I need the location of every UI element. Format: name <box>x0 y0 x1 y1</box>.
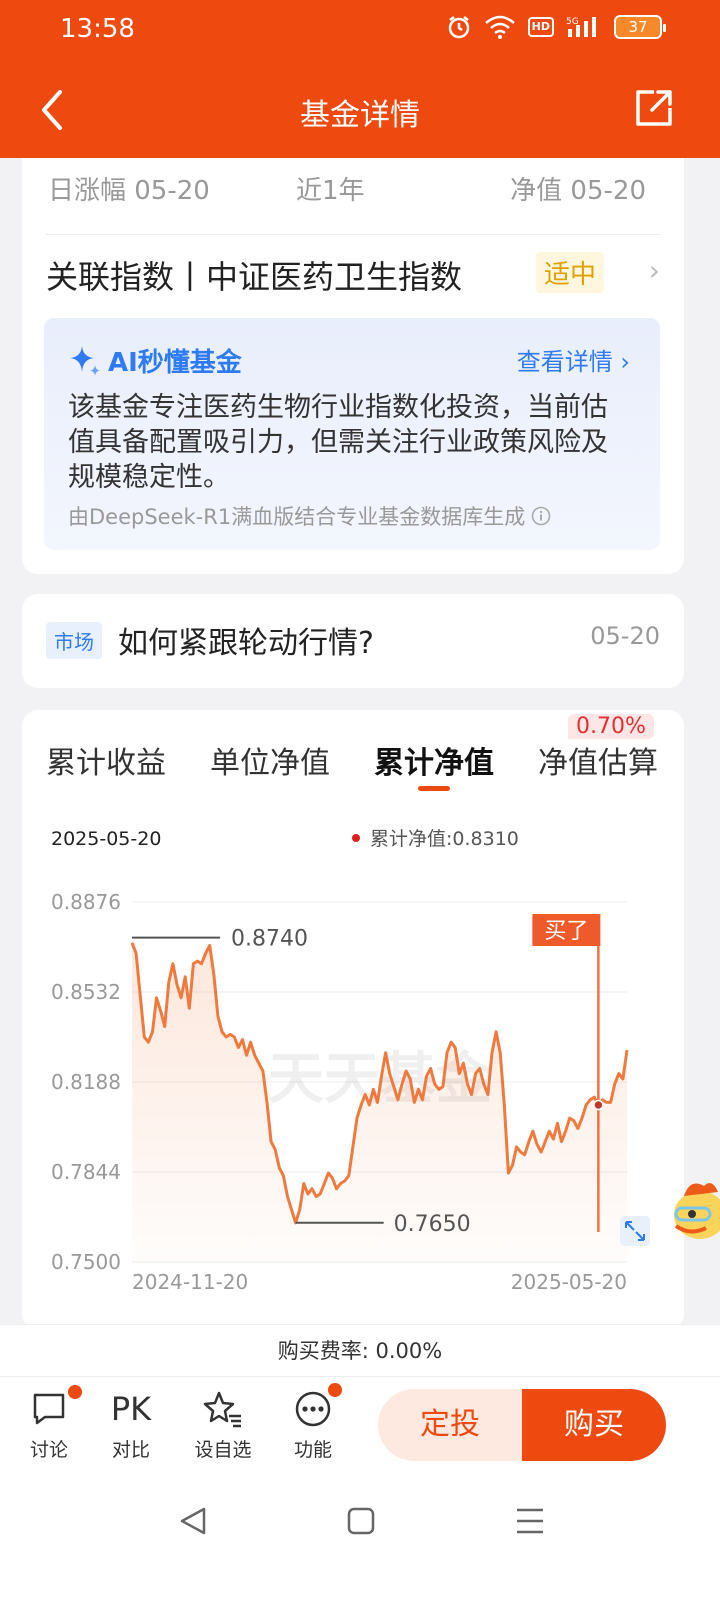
auto-invest-button[interactable]: 定投 <box>378 1389 522 1461</box>
tab-nav-estimate[interactable]: 净值估算 <box>538 738 658 782</box>
discuss-button[interactable]: 讨论 <box>14 1385 84 1462</box>
add-watchlist-button[interactable]: 设自选 <box>188 1387 258 1462</box>
nav-menu-icon[interactable] <box>514 1506 546 1536</box>
status-bar: 13:58 HD 5G 37 <box>0 0 720 62</box>
ai-title-text: AI秒懂基金 <box>108 348 242 378</box>
daily-change-label: 日涨幅 05-20 <box>48 176 210 206</box>
ai-detail-link[interactable]: 查看详情 › <box>517 342 630 377</box>
ai-source-text: 由DeepSeek-R1满血版结合专业基金数据库生成 <box>68 505 526 529</box>
sparkle-icon <box>70 345 100 376</box>
hd-icon: HD <box>527 17 554 37</box>
estimate-change-badge: 0.70% <box>568 714 654 739</box>
nav-back-icon[interactable] <box>178 1506 208 1536</box>
market-card[interactable]: 市场 如何紧跟轮动行情? 05-20 <box>22 594 684 688</box>
top-nav: 基金详情 <box>0 62 720 158</box>
ai-title: AI秒懂基金 <box>68 342 242 379</box>
ai-summary-text: 该基金专注医药生物行业指数化投资，当前估值具备配置吸引力，但需关注行业政策风险及… <box>68 392 608 493</box>
bottom-action-bar: 讨论 PK 对比 设自选 功能 定投 购买 <box>0 1376 720 1472</box>
chat-icon <box>33 1393 65 1425</box>
pk-icon: PK <box>110 1390 152 1428</box>
compare-label: 对比 <box>111 1439 150 1461</box>
more-functions-button[interactable]: 功能 <box>278 1383 348 1462</box>
market-tag: 市场 <box>46 622 102 659</box>
tab-unit-nav[interactable]: 单位净值 <box>210 738 330 782</box>
discuss-label: 讨论 <box>29 1439 68 1461</box>
one-year-label: 近1年 <box>296 176 365 206</box>
star-icon <box>203 1391 241 1428</box>
active-tab-indicator <box>418 786 450 791</box>
more-icon <box>295 1391 331 1427</box>
page-title: 基金详情 <box>300 98 420 133</box>
watchlist-label: 设自选 <box>194 1439 252 1461</box>
fund-info-card: 日涨幅 05-20 近1年 净值 05-20 关联指数丨中证医药卫生指数 适中 … <box>22 158 684 574</box>
market-date: 05-20 <box>590 622 660 650</box>
tab-cumulative-return[interactable]: 累计收益 <box>46 738 166 782</box>
signal-icon: 5G <box>566 17 596 37</box>
tab-cumulative-nav[interactable]: 累计净值 <box>374 738 494 782</box>
divider <box>46 234 660 235</box>
discuss-notification-dot <box>68 1385 82 1399</box>
related-index-label: 关联指数丨中证医药卫生指数 <box>46 258 463 296</box>
status-icons: HD 5G 37 <box>446 14 666 40</box>
functions-label: 功能 <box>293 1439 332 1461</box>
alarm-icon <box>448 16 469 39</box>
info-icon[interactable] <box>531 506 551 526</box>
chevron-right-icon: › <box>648 254 660 287</box>
status-time: 13:58 <box>60 14 135 44</box>
battery-icon: 37 <box>614 15 666 39</box>
share-icon[interactable] <box>634 88 674 128</box>
fee-bar: 购买费率: 0.00% <box>0 1324 720 1376</box>
wifi-icon <box>484 15 515 39</box>
market-title: 如何紧跟轮动行情? <box>118 626 374 661</box>
ai-detail-link-text: 查看详情 <box>516 348 613 376</box>
related-index-row[interactable]: 关联指数丨中证医药卫生指数 适中 › <box>46 250 660 296</box>
nav-label: 净值 05-20 <box>510 176 646 206</box>
nav-home-icon[interactable] <box>346 1506 376 1536</box>
ai-summary-box[interactable]: AI秒懂基金 查看详情 › 该基金专注医药生物行业指数化投资，当前估值具备配置吸… <box>44 318 660 550</box>
buy-button[interactable]: 购买 <box>522 1389 666 1461</box>
valuation-tag: 适中 <box>535 252 604 293</box>
system-nav-bar <box>0 1472 720 1600</box>
function-notification-dot <box>328 1383 342 1397</box>
chart-card: 累计收益 单位净值 累计净值 净值估算 0.70% <box>22 710 684 1330</box>
ai-source-note: 由DeepSeek-R1满血版结合专业基金数据库生成 <box>68 501 551 531</box>
compare-button[interactable]: PK 对比 <box>96 1387 166 1462</box>
